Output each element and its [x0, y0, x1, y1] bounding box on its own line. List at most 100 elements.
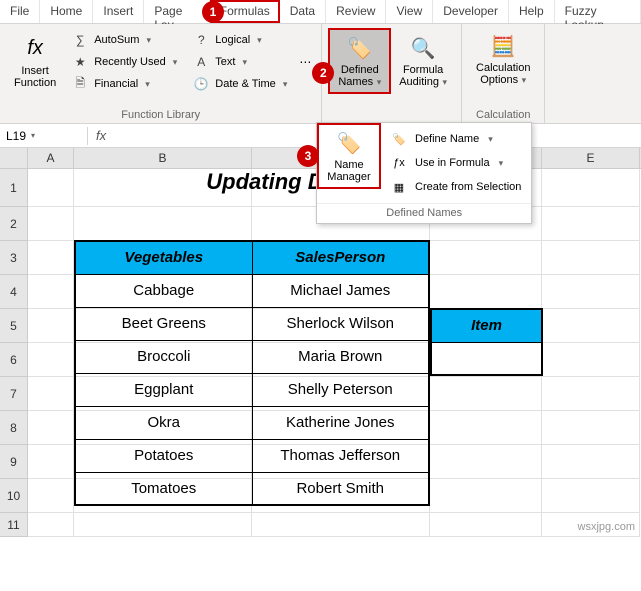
cell[interactable]	[28, 241, 74, 275]
cell[interactable]	[28, 411, 74, 445]
cell[interactable]	[74, 207, 252, 241]
cell[interactable]	[430, 275, 542, 309]
cell-veg[interactable]: Okra	[75, 406, 252, 439]
cell[interactable]	[430, 513, 542, 537]
cell-veg[interactable]: Eggplant	[75, 373, 252, 406]
row-header-5[interactable]: 5	[0, 309, 28, 343]
table-row[interactable]: OkraKatherine Jones	[75, 406, 429, 439]
row-header-10[interactable]: 10	[0, 479, 28, 513]
cell[interactable]	[542, 377, 640, 411]
row-header-4[interactable]: 4	[0, 275, 28, 309]
cell-sp[interactable]: Thomas Jefferson	[252, 439, 429, 472]
create-from-selection-option[interactable]: ▦Create from Selection	[381, 175, 531, 199]
fx-icon[interactable]: fx	[88, 128, 114, 143]
cell-sp[interactable]: Shelly Peterson	[252, 373, 429, 406]
cell[interactable]	[542, 309, 640, 343]
cell-sp[interactable]: Maria Brown	[252, 340, 429, 373]
chevron-down-icon: ▾	[242, 57, 247, 68]
tab-developer[interactable]: Developer	[433, 0, 509, 23]
recently-used-button[interactable]: ★Recently Used▾	[68, 52, 181, 72]
row-header-7[interactable]: 7	[0, 377, 28, 411]
cell-sp[interactable]: Sherlock Wilson	[252, 307, 429, 340]
table-row[interactable]	[431, 342, 542, 375]
cell[interactable]	[430, 241, 542, 275]
tab-view[interactable]: View	[386, 0, 433, 23]
col-header-b[interactable]: B	[74, 148, 252, 168]
selection-icon: ▦	[391, 179, 407, 195]
cell[interactable]	[542, 343, 640, 377]
cell[interactable]	[28, 343, 74, 377]
tab-insert[interactable]: Insert	[93, 0, 144, 23]
cell[interactable]	[430, 445, 542, 479]
logical-button[interactable]: ?Logical▾	[189, 30, 291, 50]
table-row[interactable]: Beet GreensSherlock Wilson	[75, 307, 429, 340]
cell-veg[interactable]: Cabbage	[75, 274, 252, 307]
cell[interactable]	[430, 479, 542, 513]
row-header-6[interactable]: 6	[0, 343, 28, 377]
cell[interactable]	[28, 445, 74, 479]
annotation-badge-3: 3	[297, 145, 319, 167]
cell[interactable]	[252, 513, 430, 537]
formula-auditing-button[interactable]: 🔍 FormulaAuditing ▾	[391, 28, 455, 94]
dropdown-footer: Defined Names	[317, 203, 531, 223]
define-name-option[interactable]: 🏷️Define Name▾	[381, 127, 531, 151]
tab-help[interactable]: Help	[509, 0, 555, 23]
cell-sp[interactable]: Katherine Jones	[252, 406, 429, 439]
row-header-2[interactable]: 2	[0, 207, 28, 241]
row-header-11[interactable]: 11	[0, 513, 28, 537]
cell-sp[interactable]: Michael James	[252, 274, 429, 307]
cell-item[interactable]	[431, 342, 542, 375]
cell[interactable]	[28, 513, 74, 537]
table-row[interactable]: PotatoesThomas Jefferson	[75, 439, 429, 472]
cell[interactable]	[542, 207, 640, 241]
table-row[interactable]: BroccoliMaria Brown	[75, 340, 429, 373]
tab-home[interactable]: Home	[40, 0, 93, 23]
calculation-options-button[interactable]: 🧮 CalculationOptions ▾	[468, 28, 538, 90]
col-header-e[interactable]: E	[542, 148, 640, 168]
cell[interactable]	[28, 275, 74, 309]
defined-names-button[interactable]: 2 🏷️ DefinedNames ▾	[328, 28, 391, 94]
tab-review[interactable]: Review	[326, 0, 386, 23]
table-row[interactable]: EggplantShelly Peterson	[75, 373, 429, 406]
row-header-8[interactable]: 8	[0, 411, 28, 445]
cell[interactable]	[28, 207, 74, 241]
cell[interactable]	[542, 479, 640, 513]
row-header-9[interactable]: 9	[0, 445, 28, 479]
cell-veg[interactable]: Broccoli	[75, 340, 252, 373]
table-row[interactable]: CabbageMichael James	[75, 274, 429, 307]
cell[interactable]	[430, 377, 542, 411]
cell[interactable]	[542, 241, 640, 275]
insert-function-button[interactable]: fx InsertFunction	[6, 28, 64, 96]
cell[interactable]	[28, 309, 74, 343]
group-function-library: fx InsertFunction ∑AutoSum▾ ★Recently Us…	[0, 24, 322, 123]
name-box[interactable]: L19▾	[0, 127, 88, 145]
name-manager-button[interactable]: 🏷️ NameManager	[317, 123, 381, 189]
cell[interactable]	[542, 445, 640, 479]
cell-veg[interactable]: Beet Greens	[75, 307, 252, 340]
cell[interactable]	[28, 479, 74, 513]
table-row[interactable]: TomatoesRobert Smith	[75, 472, 429, 505]
cell[interactable]	[542, 275, 640, 309]
use-in-formula-option[interactable]: ƒxUse in Formula▾	[381, 151, 531, 175]
cell[interactable]	[74, 513, 252, 537]
tab-file[interactable]: File	[0, 0, 40, 23]
cell-veg[interactable]: Tomatoes	[75, 472, 252, 505]
col-header-a[interactable]: A	[28, 148, 74, 168]
autosum-button[interactable]: ∑AutoSum▾	[68, 30, 181, 50]
cell[interactable]	[430, 411, 542, 445]
cell[interactable]	[28, 377, 74, 411]
text-button[interactable]: AText▾	[189, 52, 291, 72]
tab-page-layout[interactable]: Page Lay	[144, 0, 209, 23]
date-time-button[interactable]: 🕒Date & Time▾	[189, 74, 291, 94]
tab-data[interactable]: Data	[280, 0, 326, 23]
name-manager-icon: 🏷️	[333, 129, 365, 157]
row-header-1[interactable]: 1	[0, 169, 28, 207]
cell-veg[interactable]: Potatoes	[75, 439, 252, 472]
select-all-corner[interactable]	[0, 148, 28, 168]
cell-sp[interactable]: Robert Smith	[252, 472, 429, 505]
row-header-3[interactable]: 3	[0, 241, 28, 275]
more-dots-icon[interactable]: ⋯	[299, 55, 311, 69]
tab-fuzzy-lookup[interactable]: Fuzzy Lookup	[555, 0, 641, 23]
cell[interactable]	[542, 411, 640, 445]
financial-button[interactable]: 🗎Financial▾	[68, 74, 181, 94]
